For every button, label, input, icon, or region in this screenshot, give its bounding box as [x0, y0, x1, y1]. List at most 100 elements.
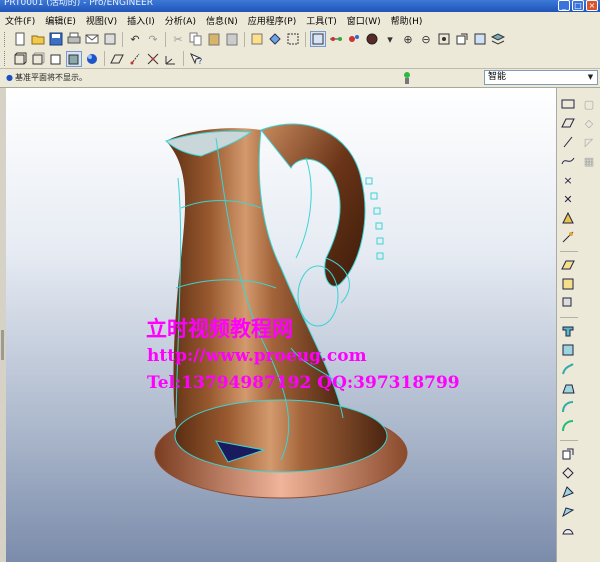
- toolbar-grip[interactable]: [4, 51, 8, 66]
- reorient-icon[interactable]: [454, 31, 470, 47]
- sketch-datum-icon[interactable]: [560, 257, 576, 273]
- chamfer-icon[interactable]: [560, 446, 576, 462]
- enhanced-realism-icon[interactable]: [84, 51, 100, 67]
- dim-icon-1[interactable]: ▢: [581, 96, 597, 112]
- view-manager-icon[interactable]: [472, 31, 488, 47]
- fixture-icon[interactable]: [560, 229, 576, 245]
- message-bullet-icon: ●: [6, 73, 13, 82]
- cut-icon[interactable]: ✂: [170, 31, 186, 47]
- revolve-icon[interactable]: [560, 342, 576, 358]
- draft-icon[interactable]: [560, 465, 576, 481]
- hole-icon[interactable]: [560, 399, 576, 415]
- sketch-tool-icon[interactable]: [560, 115, 576, 131]
- open-icon[interactable]: [30, 31, 46, 47]
- splitter-handle[interactable]: [1, 330, 4, 360]
- toolbar-grip[interactable]: [4, 31, 8, 47]
- analysis-icon[interactable]: [560, 210, 576, 226]
- csys-tool-icon[interactable]: [163, 51, 179, 67]
- refit-icon[interactable]: [436, 31, 452, 47]
- menu-applications[interactable]: 应用程序(P): [243, 14, 301, 27]
- kettle-model: [154, 123, 408, 499]
- shell-icon[interactable]: [560, 484, 576, 500]
- menu-info[interactable]: 信息(N): [201, 14, 243, 27]
- dim-icon-2[interactable]: ◇: [581, 115, 597, 131]
- menu-help[interactable]: 帮助(H): [386, 14, 428, 27]
- csys-tool-icon[interactable]: ✕: [560, 191, 576, 207]
- point-tool-icon[interactable]: ×: [560, 172, 576, 188]
- dim-icon-4[interactable]: ▦: [581, 153, 597, 169]
- save-icon[interactable]: [48, 31, 64, 47]
- hidden-line-icon[interactable]: [30, 51, 46, 67]
- sweep-icon[interactable]: [560, 361, 576, 377]
- curve-tool-icon[interactable]: [560, 153, 576, 169]
- toolbar-separator: [183, 51, 184, 66]
- regenerate-icon[interactable]: [249, 31, 265, 47]
- axis-tool-icon[interactable]: [560, 134, 576, 150]
- feature-toolbar-col2: ▢ ◇ ◸ ▦: [581, 96, 597, 172]
- datum-plane-icon[interactable]: [109, 51, 125, 67]
- no-hidden-icon[interactable]: [48, 51, 64, 67]
- feature-markers: [365, 177, 384, 260]
- rib-icon[interactable]: [560, 503, 576, 519]
- pattern-icon[interactable]: [560, 522, 576, 538]
- layers-icon[interactable]: [490, 31, 506, 47]
- regen-manager-icon[interactable]: [267, 31, 283, 47]
- toolbar-separator: [305, 31, 306, 47]
- plane-display-icon[interactable]: [328, 31, 344, 47]
- maximize-button[interactable]: □: [572, 0, 584, 11]
- appearance-icon[interactable]: [364, 31, 380, 47]
- blend-icon[interactable]: [560, 380, 576, 396]
- menu-file[interactable]: 文件(F): [0, 14, 40, 27]
- toolbar-separator: [244, 31, 245, 47]
- menu-bar: 文件(F) 编辑(E) 视图(V) 插入(I) 分析(A) 信息(N) 应用程序…: [0, 12, 600, 30]
- wireframe-icon[interactable]: [12, 51, 28, 67]
- menu-analysis[interactable]: 分析(A): [160, 14, 201, 27]
- toolbar-separator: [165, 31, 166, 47]
- plane-tool-icon[interactable]: [560, 96, 576, 112]
- print-icon[interactable]: [66, 31, 82, 47]
- toolbar-separator: [560, 251, 578, 252]
- chevron-down-icon[interactable]: ▼: [585, 72, 596, 83]
- minimize-button[interactable]: _: [558, 0, 570, 11]
- axis-display-icon[interactable]: [346, 31, 362, 47]
- menu-window[interactable]: 窗口(W): [342, 14, 386, 27]
- graphics-window[interactable]: 立时视频教程网 http://www.proeug.com Tel:137949…: [6, 88, 556, 562]
- status-message-row: ● 基准平面将不显示。: [6, 72, 87, 83]
- zoom-in-icon[interactable]: ⊕: [400, 31, 416, 47]
- feature-toolbar-col1: × ✕: [560, 96, 578, 541]
- dim-icon-3[interactable]: ◸: [581, 134, 597, 150]
- menu-edit[interactable]: 编辑(E): [40, 14, 81, 27]
- title-bar: PRT0001 (活动的) - Pro/ENGINEER _ □ ×: [0, 0, 600, 12]
- replace-icon[interactable]: [560, 295, 576, 311]
- redo-icon[interactable]: ↷: [145, 31, 161, 47]
- datum-axis-tool-icon[interactable]: [127, 51, 143, 67]
- shading-icon[interactable]: [66, 50, 82, 67]
- undo-icon[interactable]: ↶: [127, 31, 143, 47]
- datum-point-icon[interactable]: [145, 51, 161, 67]
- help-whats-this-icon[interactable]: ?: [188, 51, 204, 67]
- paste-special-icon[interactable]: [224, 31, 240, 47]
- copy-icon[interactable]: [188, 31, 204, 47]
- message-area: ● 基准平面将不显示。 智能 ▼: [0, 69, 600, 88]
- email-icon[interactable]: [84, 31, 100, 47]
- select-box-icon[interactable]: [285, 31, 301, 47]
- toolbar-separator: [104, 51, 105, 66]
- round-icon[interactable]: [560, 418, 576, 434]
- menu-view[interactable]: 视图(V): [81, 14, 122, 27]
- send-icon[interactable]: [102, 31, 118, 47]
- csys-display-icon[interactable]: ▾: [382, 31, 398, 47]
- extrude-icon[interactable]: [560, 323, 576, 339]
- close-button[interactable]: ×: [586, 0, 598, 11]
- window-title: PRT0001 (活动的) - Pro/ENGINEER: [4, 0, 153, 8]
- menu-insert[interactable]: 插入(I): [122, 14, 160, 27]
- zoom-out-icon[interactable]: ⊖: [418, 31, 434, 47]
- toolbar-separator: [560, 317, 578, 318]
- datum-axis-icon[interactable]: [310, 31, 326, 47]
- menu-tools[interactable]: 工具(T): [301, 14, 342, 27]
- window-controls: _ □ ×: [558, 0, 598, 11]
- toolbar-separator: [122, 31, 123, 47]
- paste-icon[interactable]: [206, 31, 222, 47]
- selection-filter-select[interactable]: 智能 ▼: [484, 70, 598, 85]
- new-icon[interactable]: [12, 31, 28, 47]
- style-icon[interactable]: [560, 276, 576, 292]
